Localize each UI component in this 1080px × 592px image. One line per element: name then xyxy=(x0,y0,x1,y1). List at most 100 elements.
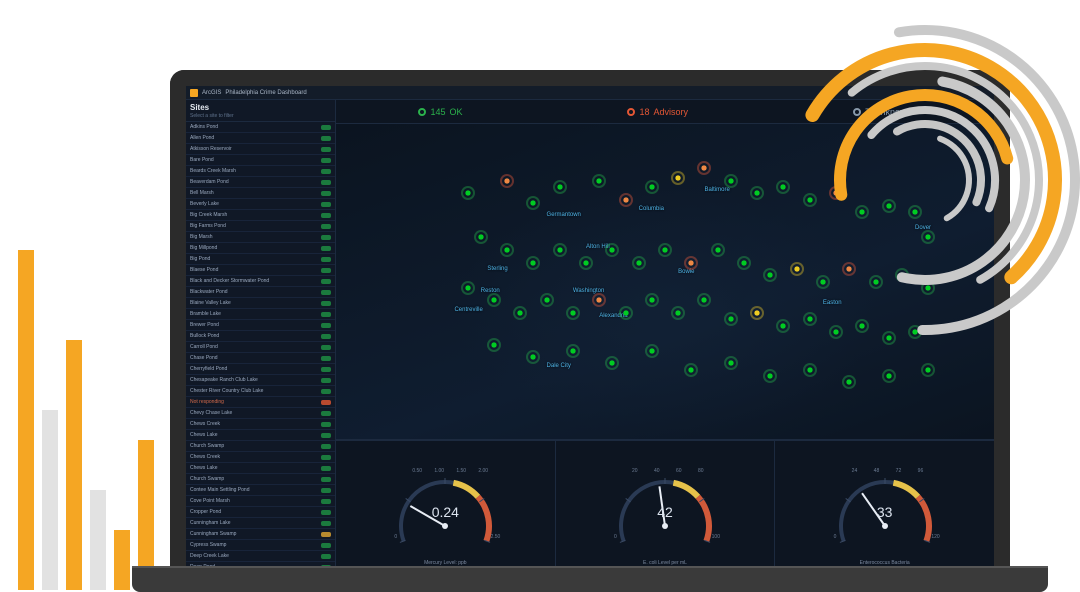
status-ok[interactable]: 145 OK xyxy=(418,107,462,117)
site-row[interactable]: Beverly Lake xyxy=(186,199,335,210)
map-marker[interactable] xyxy=(713,245,723,255)
map-marker[interactable] xyxy=(805,314,815,324)
map-marker[interactable] xyxy=(910,207,920,217)
map-marker[interactable] xyxy=(528,352,538,362)
map-marker[interactable] xyxy=(765,371,775,381)
site-row[interactable]: Beards Creek Marsh xyxy=(186,166,335,177)
map-marker[interactable] xyxy=(792,264,802,274)
map-marker[interactable] xyxy=(699,163,709,173)
map-marker[interactable] xyxy=(660,245,670,255)
status-advisory[interactable]: 18 Advisory xyxy=(627,107,688,117)
map-marker[interactable] xyxy=(726,314,736,324)
map-marker[interactable] xyxy=(778,321,788,331)
site-row[interactable]: Adkins Pond xyxy=(186,122,335,133)
site-row[interactable]: Big Marsh xyxy=(186,232,335,243)
map-marker[interactable] xyxy=(739,258,749,268)
map-marker[interactable] xyxy=(897,270,907,280)
site-row[interactable]: Blackwater Pond xyxy=(186,287,335,298)
site-row[interactable]: Beaverdam Pond xyxy=(186,177,335,188)
site-row[interactable]: Brewer Pond xyxy=(186,320,335,331)
map-marker[interactable] xyxy=(528,258,538,268)
site-row[interactable]: Contee Main Settling Pond xyxy=(186,485,335,496)
map-marker[interactable] xyxy=(621,308,631,318)
site-row[interactable]: Chews Creek xyxy=(186,452,335,463)
map-marker[interactable] xyxy=(647,295,657,305)
map-marker[interactable] xyxy=(489,340,499,350)
site-row[interactable]: Chevy Chase Lake xyxy=(186,408,335,419)
map-marker[interactable] xyxy=(463,188,473,198)
site-row[interactable]: Not responding xyxy=(186,397,335,408)
map-marker[interactable] xyxy=(568,308,578,318)
map-marker[interactable] xyxy=(515,308,525,318)
site-row[interactable]: Blaine Valley Lake xyxy=(186,298,335,309)
map-marker[interactable] xyxy=(699,295,709,305)
site-row[interactable]: Bare Pond xyxy=(186,155,335,166)
site-row[interactable]: Big Millpond xyxy=(186,243,335,254)
map-marker[interactable] xyxy=(844,264,854,274)
site-row[interactable]: Cherryfield Pond xyxy=(186,364,335,375)
site-row[interactable]: Deep Creek Lake xyxy=(186,551,335,562)
map-marker[interactable] xyxy=(528,198,538,208)
map-marker[interactable] xyxy=(871,277,881,287)
map-marker[interactable] xyxy=(857,207,867,217)
site-row[interactable]: Cunningham Swamp xyxy=(186,529,335,540)
site-row[interactable]: Chews Lake xyxy=(186,430,335,441)
site-row[interactable]: Chase Pond xyxy=(186,353,335,364)
site-row[interactable]: Church Swamp xyxy=(186,441,335,452)
site-row[interactable]: Chews Creek xyxy=(186,419,335,430)
map-marker[interactable] xyxy=(778,182,788,192)
site-row[interactable]: Big Creek Marsh xyxy=(186,210,335,221)
site-row[interactable]: Atkisson Reservoir xyxy=(186,144,335,155)
site-row[interactable]: Blaese Pond xyxy=(186,265,335,276)
map-marker[interactable] xyxy=(923,365,933,375)
map-marker[interactable] xyxy=(607,358,617,368)
site-row[interactable]: Chews Lake xyxy=(186,463,335,474)
site-row[interactable]: Allen Pond xyxy=(186,133,335,144)
map-marker[interactable] xyxy=(476,232,486,242)
status-unknown[interactable]: 7 Unknown xyxy=(853,107,912,117)
site-row[interactable]: Big Pond xyxy=(186,254,335,265)
site-row[interactable]: Cypress Swamp xyxy=(186,540,335,551)
map-marker[interactable] xyxy=(831,188,841,198)
map-marker[interactable] xyxy=(818,277,828,287)
map-marker[interactable] xyxy=(581,258,591,268)
map-marker[interactable] xyxy=(673,173,683,183)
map-marker[interactable] xyxy=(489,295,499,305)
map-marker[interactable] xyxy=(923,283,933,293)
site-row[interactable]: Bramble Lake xyxy=(186,309,335,320)
map-marker[interactable] xyxy=(621,195,631,205)
map-marker[interactable] xyxy=(805,365,815,375)
site-row[interactable]: Cunningham Lake xyxy=(186,518,335,529)
map-marker[interactable] xyxy=(844,377,854,387)
site-list[interactable]: Adkins PondAllen PondAtkisson ReservoirB… xyxy=(186,122,335,570)
map-marker[interactable] xyxy=(555,182,565,192)
map-marker[interactable] xyxy=(752,308,762,318)
site-row[interactable]: Cove Point Marsh xyxy=(186,496,335,507)
map-panel[interactable]: BaltimoreGermantownColumbiaAlton HillSte… xyxy=(336,124,994,440)
map-marker[interactable] xyxy=(634,258,644,268)
map-marker[interactable] xyxy=(884,201,894,211)
map-marker[interactable] xyxy=(831,327,841,337)
map-marker[interactable] xyxy=(594,295,604,305)
map-marker[interactable] xyxy=(765,270,775,280)
map-marker[interactable] xyxy=(857,321,867,331)
map-marker[interactable] xyxy=(542,295,552,305)
map-marker[interactable] xyxy=(647,346,657,356)
site-row[interactable]: Carroll Pond xyxy=(186,342,335,353)
map-marker[interactable] xyxy=(752,188,762,198)
map-marker[interactable] xyxy=(884,333,894,343)
site-row[interactable]: Bell Marsh xyxy=(186,188,335,199)
map-marker[interactable] xyxy=(568,346,578,356)
map-marker[interactable] xyxy=(910,327,920,337)
map-marker[interactable] xyxy=(726,358,736,368)
map-marker[interactable] xyxy=(594,176,604,186)
map-marker[interactable] xyxy=(923,232,933,242)
map-marker[interactable] xyxy=(805,195,815,205)
map-marker[interactable] xyxy=(726,176,736,186)
map-marker[interactable] xyxy=(502,176,512,186)
site-row[interactable]: Chester River Country Club Lake xyxy=(186,386,335,397)
site-row[interactable]: Church Swamp xyxy=(186,474,335,485)
map-marker[interactable] xyxy=(884,371,894,381)
map-marker[interactable] xyxy=(607,245,617,255)
map-marker[interactable] xyxy=(686,365,696,375)
